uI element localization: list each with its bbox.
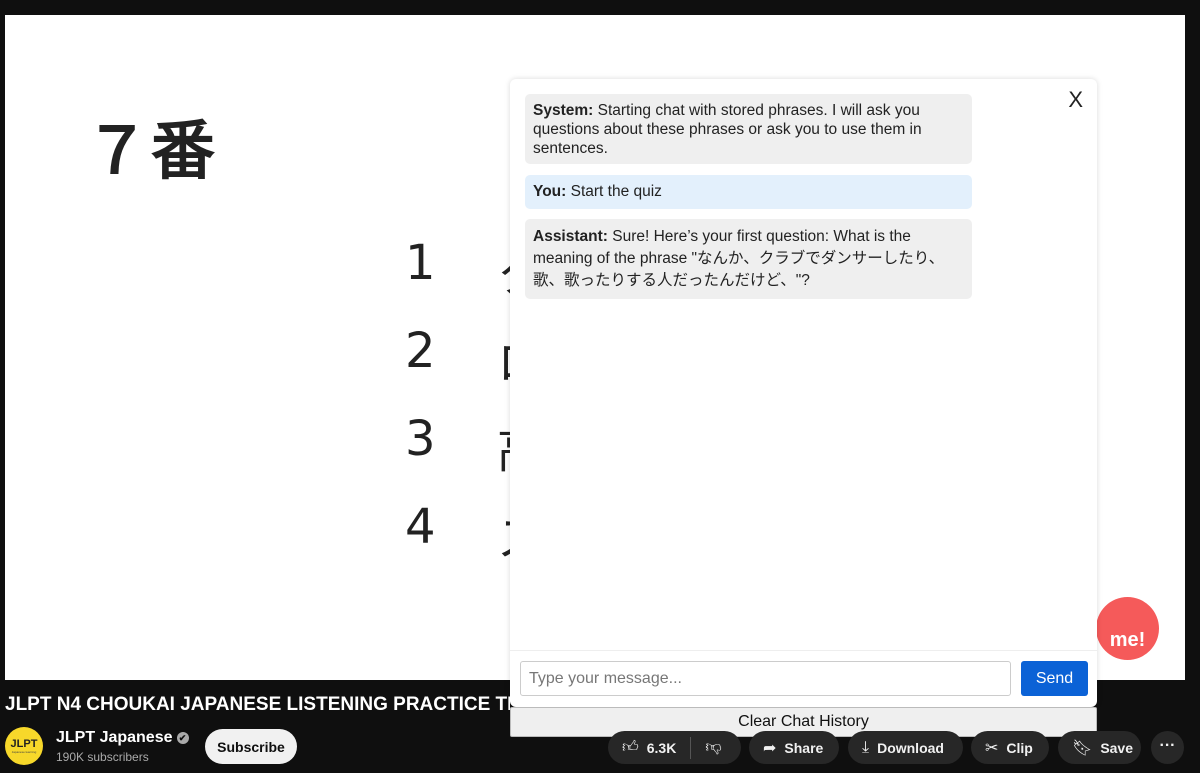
channel-avatar[interactable]: JLPT Japanese learning: [5, 727, 43, 765]
save-button[interactable]: 🔖︎ Save: [1058, 731, 1141, 764]
slide-title: ７番: [85, 115, 217, 189]
message-input[interactable]: [520, 661, 1011, 696]
channel-name[interactable]: JLPT Japanese ✔: [56, 729, 189, 747]
message-role: System:: [533, 102, 594, 119]
close-icon[interactable]: X: [1068, 87, 1083, 113]
download-icon: ⤓: [862, 738, 870, 756]
option-number: 1: [405, 235, 436, 291]
divider: [690, 736, 692, 759]
scissors-icon: ✂: [985, 739, 999, 757]
answer-option: 3高: [405, 411, 545, 479]
like-count[interactable]: 6.3K: [647, 740, 677, 756]
chat-launcher-button[interactable]: me!: [1096, 597, 1159, 660]
thumbs-down-icon[interactable]: 👎︎: [705, 738, 721, 757]
answer-option: 2ロ: [405, 323, 545, 391]
share-button[interactable]: ➦ Share: [749, 731, 839, 764]
message-role: Assistant:: [533, 228, 608, 245]
bookmark-icon: 🔖︎: [1072, 739, 1093, 757]
message-text: Start the quiz: [566, 183, 662, 200]
share-icon: ➦: [763, 739, 777, 757]
subscriber-count: 190K subscribers: [56, 750, 149, 764]
answer-option: 4ス: [405, 499, 545, 567]
channel-name-text[interactable]: JLPT Japanese: [56, 729, 173, 746]
chat-message-user: You: Start the quiz: [525, 175, 972, 209]
chat-footer-divider: [510, 650, 1097, 651]
message-role: You:: [533, 183, 567, 200]
save-label: Save: [1100, 739, 1134, 756]
clip-button[interactable]: ✂ Clip: [971, 731, 1049, 764]
verified-icon: ✔: [176, 732, 189, 744]
option-number: 2: [405, 323, 436, 379]
download-button[interactable]: ⤓ Download: [848, 731, 963, 764]
chat-panel: X System: Starting chat with stored phra…: [510, 79, 1097, 707]
like-dislike-group: 👍︎ 6.3K 👎︎: [608, 731, 741, 764]
answer-option: 1ク: [405, 235, 545, 303]
clip-label: Clip: [1006, 739, 1033, 756]
send-button[interactable]: Send: [1021, 661, 1088, 696]
more-actions-button[interactable]: ···: [1151, 731, 1184, 764]
download-label: Download: [877, 739, 944, 756]
subscribe-button[interactable]: Subscribe: [205, 729, 297, 764]
chat-message-assistant: Assistant: Sure! Here’s your first quest…: [525, 219, 972, 299]
option-number: 4: [405, 499, 436, 555]
chat-message-system: System: Starting chat with stored phrase…: [525, 94, 972, 164]
avatar-subtext: Japanese learning: [11, 749, 37, 754]
share-label: Share: [784, 739, 824, 756]
thumbs-up-icon[interactable]: 👍︎: [622, 738, 639, 757]
avatar-text: JLPT: [10, 737, 38, 750]
option-number: 3: [405, 411, 436, 467]
video-title: JLPT N4 CHOUKAI JAPANESE LISTENING PRACT…: [5, 694, 510, 715]
